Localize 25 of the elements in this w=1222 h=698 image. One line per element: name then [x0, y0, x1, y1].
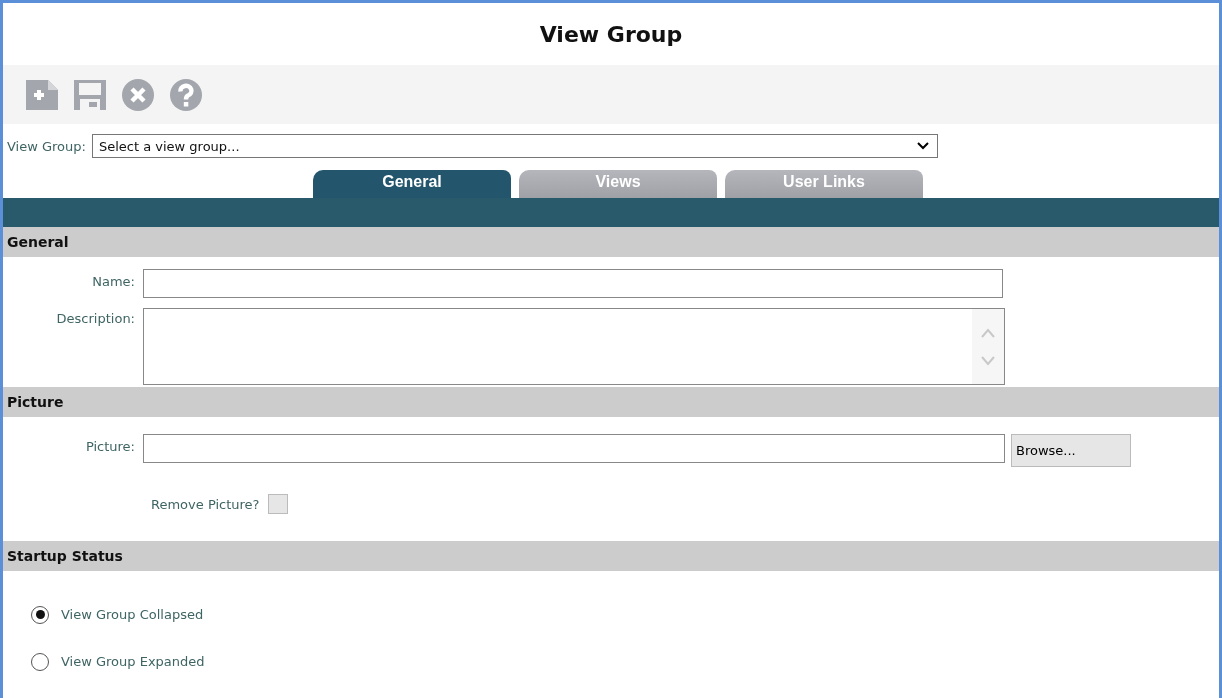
radio-label: View Group Collapsed	[61, 607, 204, 622]
window-title: View Group	[538, 20, 684, 49]
help-icon[interactable]	[170, 78, 202, 111]
picture-field[interactable]	[143, 434, 1005, 463]
caret-icon	[916, 142, 929, 150]
checkbox-label: Remove Picture?	[151, 496, 260, 512]
save-icon[interactable]	[74, 79, 106, 110]
name-field[interactable]	[143, 269, 1003, 298]
section-header: Startup Status	[3, 541, 1219, 571]
field-label: View Group:	[7, 138, 86, 154]
radio-button[interactable]	[31, 652, 49, 671]
description-field[interactable]	[143, 308, 1005, 385]
radio-label: View Group Expanded	[61, 654, 205, 669]
new-document-icon[interactable]	[26, 79, 58, 110]
section-header: General	[3, 227, 1219, 257]
tab[interactable]: General	[313, 170, 511, 198]
field-label: Name:	[91, 273, 135, 289]
field-label: Picture:	[84, 438, 135, 454]
close-icon[interactable]	[122, 78, 154, 111]
scroll-arrows-icon	[972, 309, 1004, 384]
field-label: Description:	[55, 310, 135, 326]
browse-button[interactable]: Browse...	[1011, 434, 1131, 467]
section-header: Picture	[3, 387, 1219, 417]
radio-button[interactable]	[31, 605, 49, 624]
view-group-dropdown[interactable]: Select a view group...	[91, 134, 938, 158]
